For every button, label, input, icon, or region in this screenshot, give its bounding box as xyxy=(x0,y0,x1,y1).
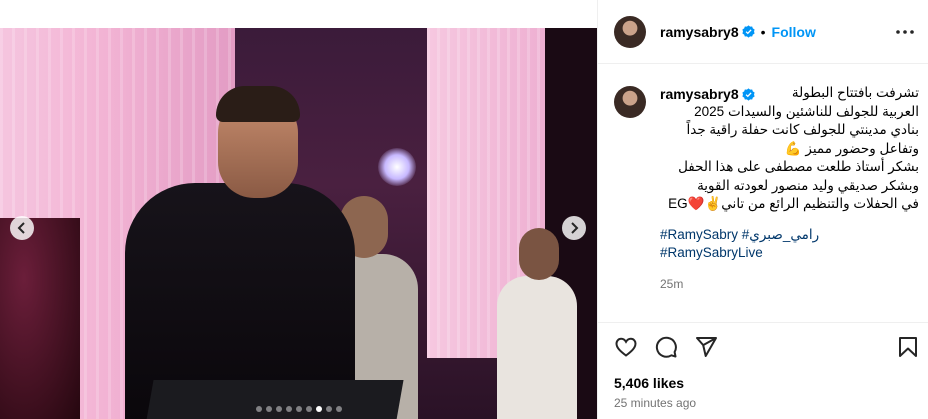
hashtags: #RamySabry #رامي_صبري #RamySabryLive xyxy=(660,226,919,263)
post-timestamp[interactable]: 25 minutes ago xyxy=(614,396,696,410)
carousel-dots xyxy=(0,406,597,412)
hashtag-link[interactable]: #RamySabry #رامي_صبري xyxy=(660,226,919,245)
carousel-dot xyxy=(275,406,282,412)
drum-kit xyxy=(0,218,80,419)
caption-line: وتفاعل وحضور مميز 💪 xyxy=(784,140,919,156)
keyboard-instrument xyxy=(146,380,404,419)
post-media xyxy=(0,0,597,419)
caption-timestamp: 25m xyxy=(660,276,684,291)
musician-right-body xyxy=(497,276,577,419)
carousel-dot xyxy=(335,406,342,412)
musician-right-head xyxy=(519,228,559,280)
carousel-prev-button[interactable] xyxy=(10,216,34,240)
more-options-button[interactable] xyxy=(895,22,915,42)
carousel-dot xyxy=(255,406,262,412)
carousel-dot xyxy=(285,406,292,412)
follow-button[interactable]: Follow xyxy=(772,24,816,40)
media-top-strip xyxy=(0,0,597,28)
chevron-left-icon xyxy=(17,222,25,234)
post-sidebar: ramysabry8 • Follow ramysabry8 تشرفت باف… xyxy=(597,0,928,419)
musician-right xyxy=(497,228,577,419)
username-link[interactable]: ramysabry8 xyxy=(660,24,739,40)
caption: ramysabry8 تشرفت بافتتاح البطولة العربية… xyxy=(614,84,919,291)
verified-badge-icon xyxy=(742,87,755,101)
carousel-dot xyxy=(295,406,302,412)
carousel-dot xyxy=(305,406,312,412)
caption-text: تشرفت بافتتاح البطولة العربية للجولف للن… xyxy=(660,84,919,214)
bookmark-icon[interactable] xyxy=(896,335,920,359)
main-performer-hair xyxy=(216,86,300,122)
caption-body: ramysabry8 تشرفت بافتتاح البطولة العربية… xyxy=(660,84,919,291)
caption-line: في الحفلات والتنظيم الرائع من تاني✌️❤️EG xyxy=(668,196,919,211)
caption-line: بشكر أستاذ طلعت مصطفى على هذا الحفل xyxy=(678,159,919,174)
share-icon[interactable] xyxy=(694,335,718,359)
caption-line: بنادي مدينتي للجولف كانت حفلة راقية جداً xyxy=(686,122,919,137)
heart-icon[interactable] xyxy=(614,335,638,359)
caption-avatar[interactable] xyxy=(614,86,646,118)
header-separator: • xyxy=(760,23,766,40)
verified-badge-icon xyxy=(742,25,755,38)
chevron-right-icon xyxy=(571,222,579,234)
action-bar xyxy=(598,322,928,368)
post-photo xyxy=(0,28,597,419)
avatar[interactable] xyxy=(614,15,646,48)
carousel-next-button[interactable] xyxy=(562,216,586,240)
main-performer xyxy=(100,68,360,419)
carousel-dot xyxy=(325,406,332,412)
stage-light xyxy=(378,148,416,186)
carousel-dot xyxy=(265,406,272,412)
comment-icon[interactable] xyxy=(654,335,678,359)
carousel-dot xyxy=(315,406,322,412)
caption-line: وبشكر صديقي وليد منصور لعودته القوية xyxy=(697,177,919,193)
caption-username-link[interactable]: ramysabry8 xyxy=(660,86,739,102)
more-options-icon xyxy=(896,30,914,34)
likes-count[interactable]: 5,406 likes xyxy=(614,375,684,391)
post-header: ramysabry8 • Follow xyxy=(598,0,928,64)
caption-line: العربية للجولف للناشئين والسيدات 2025 xyxy=(694,103,919,119)
hashtag-link[interactable]: #RamySabryLive xyxy=(660,244,919,263)
